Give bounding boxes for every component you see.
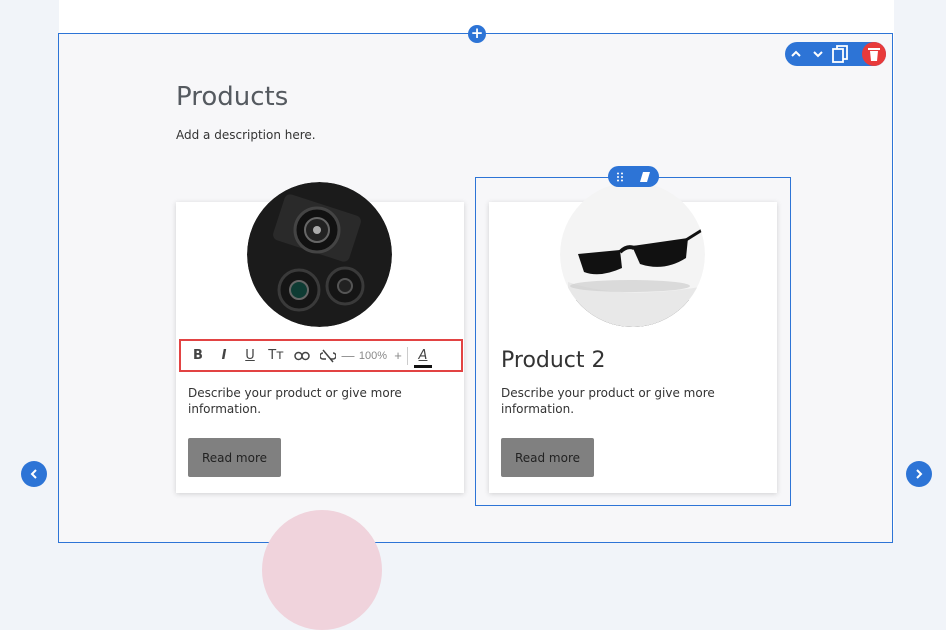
italic-button[interactable]: I <box>211 343 237 369</box>
font-color-swatch <box>414 364 432 368</box>
text-size-button[interactable]: Tт <box>263 343 289 369</box>
product-description[interactable]: Describe your product or give more infor… <box>188 385 428 417</box>
trash-icon[interactable] <box>862 42 886 66</box>
product-image-camera[interactable] <box>247 182 392 327</box>
underline-button[interactable]: U <box>237 343 263 369</box>
chevron-down-icon[interactable] <box>807 42 829 66</box>
section-toolbar <box>785 42 886 66</box>
product-title[interactable]: Product 2 <box>501 348 606 373</box>
font-color-button[interactable]: A <box>410 343 436 369</box>
section-title[interactable]: Products <box>176 82 288 112</box>
drag-handle-icon[interactable] <box>616 172 624 182</box>
toolbar-divider <box>407 346 408 365</box>
section-description[interactable]: Add a description here. <box>176 128 316 142</box>
duplicate-icon[interactable] <box>829 42 851 66</box>
product-card[interactable]: Product 2 Describe your product or give … <box>489 182 777 493</box>
read-more-button[interactable]: Read more <box>188 438 281 477</box>
text-format-toolbar: B I U Tт — 100% + A <box>179 339 463 372</box>
zoom-level: 100% <box>358 349 388 362</box>
product-description[interactable]: Describe your product or give more infor… <box>501 385 741 417</box>
bold-button[interactable]: B <box>185 343 211 369</box>
chevron-up-icon[interactable] <box>785 42 807 66</box>
font-color-icon: A <box>418 348 428 363</box>
zoom-out-button[interactable]: — <box>341 348 355 363</box>
next-product-image-peek <box>262 510 382 630</box>
link-icon[interactable] <box>289 343 315 369</box>
eraser-icon[interactable] <box>639 171 651 183</box>
element-toolbar <box>608 166 659 187</box>
unlink-icon[interactable] <box>315 343 341 369</box>
next-arrow-button[interactable] <box>906 461 932 487</box>
read-more-button[interactable]: Read more <box>501 438 594 477</box>
product-image-sunglasses[interactable] <box>560 182 705 327</box>
add-section-button[interactable]: + <box>468 25 486 43</box>
previous-arrow-button[interactable] <box>21 461 47 487</box>
zoom-in-button[interactable]: + <box>391 348 405 363</box>
